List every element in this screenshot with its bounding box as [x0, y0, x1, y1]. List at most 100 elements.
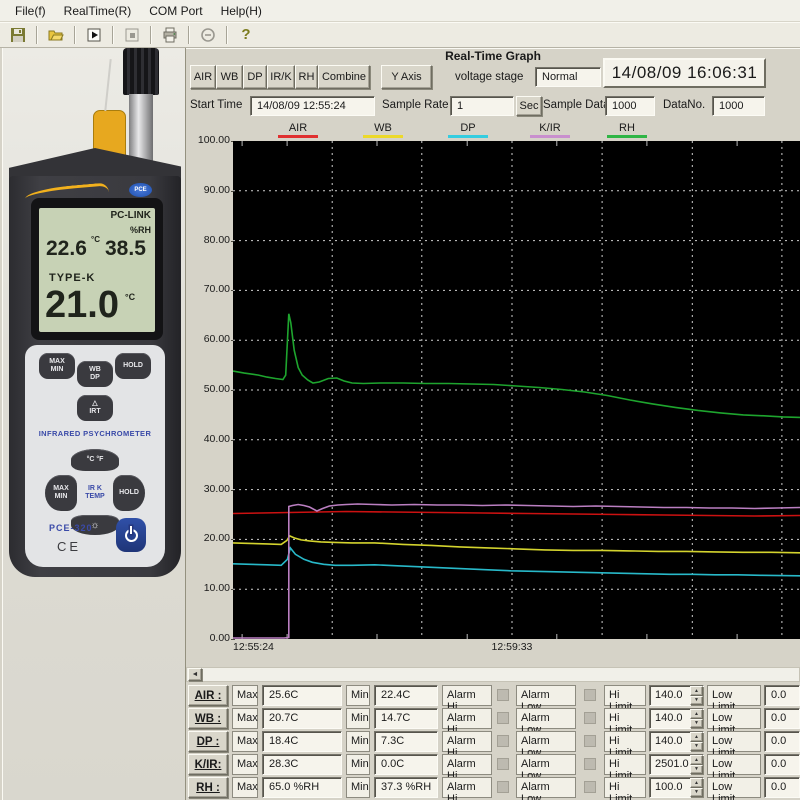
- row-button-wb[interactable]: WB :: [188, 708, 228, 729]
- plot-area: [233, 141, 800, 639]
- hi-limit-value-kir[interactable]: 2501.0: [650, 755, 690, 774]
- low-limit-value-rh[interactable]: 0.0: [764, 777, 800, 798]
- key-ir-k-temp: IR K TEMP: [79, 477, 111, 509]
- scrollbar-left-arrow[interactable]: ◄: [188, 668, 202, 681]
- channel-button-wb[interactable]: WB: [216, 65, 243, 89]
- stat-row-rh: RH :Max65.0 %RHMin37.3 %RHAlarm HiAlarm …: [186, 777, 800, 800]
- spin-down-icon[interactable]: ▼: [690, 696, 703, 706]
- spin-up-icon[interactable]: ▲: [690, 755, 703, 765]
- alarm-low-indicator-dp: [584, 735, 596, 747]
- channel-button-group: AIR WB DP IR/K RH Combine: [190, 65, 370, 89]
- series-air: [233, 512, 800, 517]
- spin-down-icon[interactable]: ▼: [690, 742, 703, 752]
- alarm-hi-label-kir: Alarm Hi: [442, 754, 492, 775]
- toolbar-separator: [150, 26, 152, 44]
- hi-limit-spinner-rh[interactable]: 100.0▲▼: [649, 777, 704, 798]
- help-icon[interactable]: ?: [232, 24, 260, 46]
- save-icon[interactable]: [4, 24, 32, 46]
- row-button-rh[interactable]: RH :: [188, 777, 228, 798]
- hi-limit-value-dp[interactable]: 140.0: [650, 732, 690, 751]
- stat-row-kir: K/IR:Max28.3CMin0.0CAlarm HiAlarm LowHi …: [186, 754, 800, 777]
- channel-button-dp[interactable]: DP: [243, 65, 267, 89]
- spin-down-icon[interactable]: ▼: [690, 765, 703, 775]
- spin-down-icon[interactable]: ▼: [690, 788, 703, 798]
- alarm-hi-indicator-dp: [497, 735, 509, 747]
- hi-limit-spinner-kir[interactable]: 2501.0▲▼: [649, 754, 704, 775]
- low-limit-label-air: Low Limit: [707, 685, 761, 706]
- spin-down-icon[interactable]: ▼: [690, 719, 703, 729]
- alarm-low-label-kir: Alarm Low: [516, 754, 576, 775]
- chart-scrollbar[interactable]: ◄: [186, 667, 800, 682]
- y-tick-label: 100.00: [186, 134, 230, 146]
- channel-button-combine[interactable]: Combine: [318, 65, 370, 89]
- channel-button-air[interactable]: AIR: [190, 65, 216, 89]
- start-icon[interactable]: [80, 24, 108, 46]
- channel-button-irk[interactable]: IR/K: [267, 65, 295, 89]
- menu-realtime[interactable]: RealTime(R): [55, 1, 141, 21]
- alarm-low-label-rh: Alarm Low: [516, 777, 576, 798]
- spinner-buttons: ▲▼: [690, 709, 703, 728]
- hi-limit-spinner-air[interactable]: 140.0▲▼: [649, 685, 704, 706]
- sample-rate-input[interactable]: 1: [450, 96, 514, 116]
- hi-limit-label-air: Hi Limit: [604, 685, 646, 706]
- row-button-dp[interactable]: DP :: [188, 731, 228, 752]
- y-axis-button[interactable]: Y Axis: [381, 65, 432, 89]
- low-limit-value-kir[interactable]: 0.0: [764, 754, 800, 775]
- start-time-value: 14/08/09 12:55:24: [250, 96, 375, 116]
- hi-limit-spinner-wb[interactable]: 140.0▲▼: [649, 708, 704, 729]
- row-button-kir[interactable]: K/IR:: [188, 754, 228, 775]
- low-limit-label-wb: Low Limit: [707, 708, 761, 729]
- hi-limit-value-wb[interactable]: 140.0: [650, 709, 690, 728]
- print-icon[interactable]: [156, 24, 184, 46]
- open-icon[interactable]: [42, 24, 70, 46]
- device-caption: INFRARED PSYCHROMETER: [25, 429, 165, 438]
- alarm-low-label-wb: Alarm Low: [516, 708, 576, 729]
- menu-file[interactable]: File(f): [6, 1, 55, 21]
- hi-limit-spinner-dp[interactable]: 140.0▲▼: [649, 731, 704, 752]
- menu-help[interactable]: Help(H): [212, 1, 271, 21]
- min-value-dp: 7.3C: [374, 731, 438, 752]
- hi-limit-label-dp: Hi Limit: [604, 731, 646, 752]
- datano-label: DataNo.: [663, 99, 705, 111]
- row-button-air[interactable]: AIR :: [188, 685, 228, 706]
- toolbar-separator: [188, 26, 190, 44]
- spin-up-icon[interactable]: ▲: [690, 778, 703, 788]
- channel-button-rh[interactable]: RH: [295, 65, 318, 89]
- low-limit-value-dp[interactable]: 0.0: [764, 731, 800, 752]
- hi-limit-value-air[interactable]: 140.0: [650, 686, 690, 705]
- hi-limit-label-wb: Hi Limit: [604, 708, 646, 729]
- min-value-rh: 37.3 %RH: [374, 777, 438, 798]
- min-label-kir: Min: [346, 754, 370, 775]
- stats-table: AIR :Max25.6CMin22.4CAlarm HiAlarm LowHi…: [186, 685, 800, 800]
- spin-up-icon[interactable]: ▲: [690, 686, 703, 696]
- y-tick-label: 10.00: [186, 582, 230, 594]
- menu-com-port[interactable]: COM Port: [140, 1, 211, 21]
- legend-wb: WB: [353, 122, 413, 138]
- y-tick-label: 90.00: [186, 184, 230, 196]
- legend-color-bar: [530, 135, 570, 138]
- key-irt: △ IRT: [77, 395, 113, 421]
- alarm-low-indicator-kir: [584, 758, 596, 770]
- max-value-kir: 28.3C: [262, 754, 342, 775]
- alarm-hi-indicator-wb: [497, 712, 509, 724]
- legend-color-bar: [278, 135, 318, 138]
- toolbar-separator: [226, 26, 228, 44]
- sample-data-label: Sample Data: [543, 99, 609, 111]
- max-label-rh: Max: [232, 777, 258, 798]
- sample-data-input[interactable]: 1000: [605, 96, 655, 116]
- series-rh: [233, 314, 800, 418]
- max-value-wb: 20.7C: [262, 708, 342, 729]
- spin-up-icon[interactable]: ▲: [690, 732, 703, 742]
- low-limit-value-wb[interactable]: 0.0: [764, 708, 800, 729]
- sec-button[interactable]: Sec: [516, 96, 542, 116]
- max-value-air: 25.6C: [262, 685, 342, 706]
- max-label-wb: Max: [232, 708, 258, 729]
- legend-color-bar: [363, 135, 403, 138]
- y-tick-label: 80.00: [186, 234, 230, 246]
- low-limit-value-air[interactable]: 0.0: [764, 685, 800, 706]
- hi-limit-value-rh[interactable]: 100.0: [650, 778, 690, 797]
- datetime-display: 14/08/09 16:06:31: [603, 58, 766, 88]
- legend-air: AIR: [268, 122, 328, 138]
- min-value-air: 22.4C: [374, 685, 438, 706]
- spin-up-icon[interactable]: ▲: [690, 709, 703, 719]
